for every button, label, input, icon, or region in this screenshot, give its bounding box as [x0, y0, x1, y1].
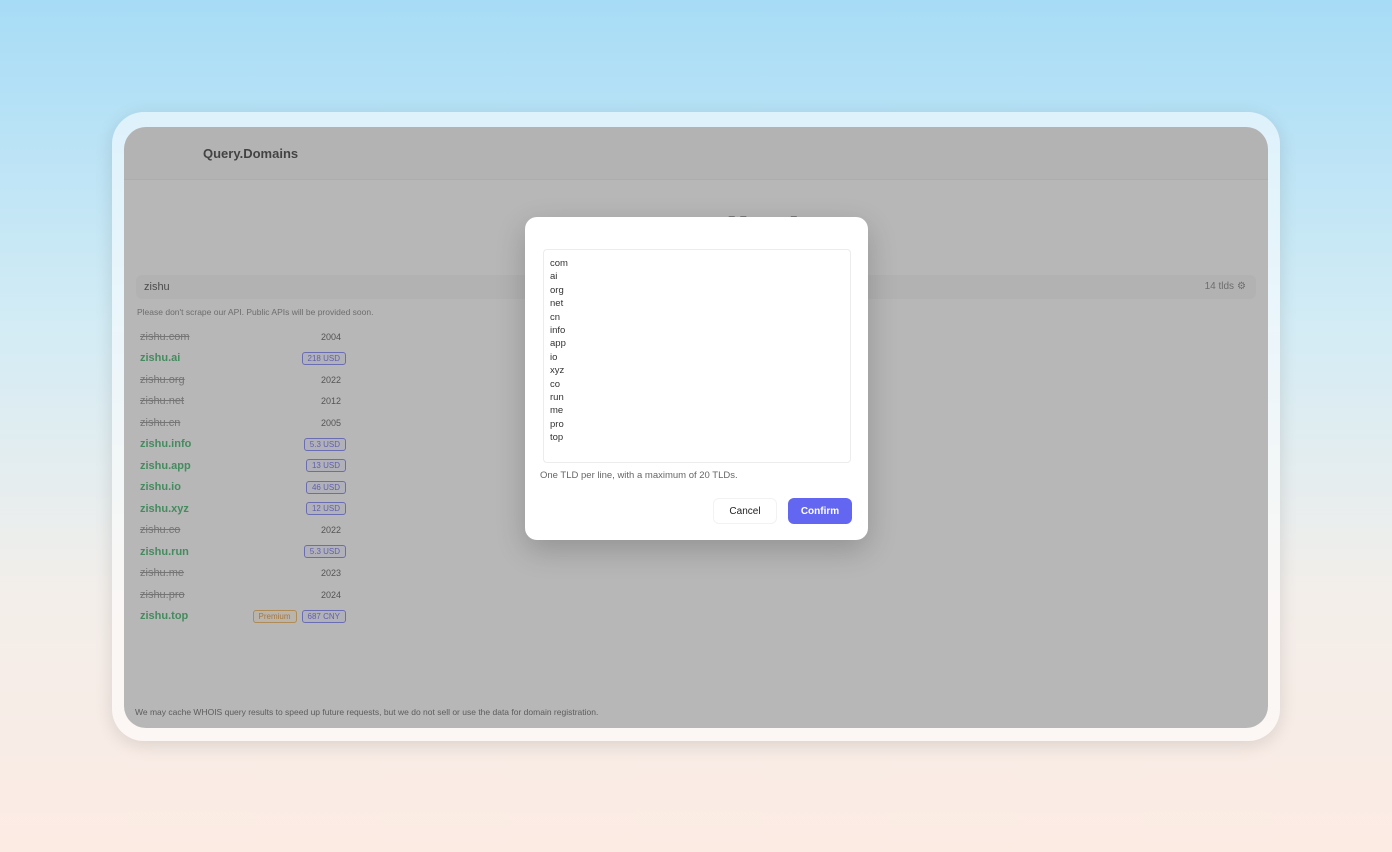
tld-line: net	[550, 298, 564, 310]
tld-line: ai	[550, 271, 558, 283]
tld-settings-dialog: com ai org net cn info app io xyz co run me pro top O…	[525, 217, 868, 540]
tld-line: me	[550, 405, 564, 417]
tld-line: info	[550, 325, 566, 337]
tld-textarea[interactable]: com ai org net cn info app io xyz co run me pro top	[543, 249, 851, 463]
tld-line: org	[550, 284, 564, 296]
tld-helper-text: One TLD per line, with a maximum of 20 T…	[540, 470, 738, 481]
tld-line: top	[550, 432, 564, 444]
tld-line: app	[550, 338, 566, 350]
tld-line: xyz	[550, 365, 565, 377]
tld-line: cn	[550, 311, 561, 323]
tld-line: co	[550, 378, 561, 390]
cancel-button[interactable]: Cancel	[713, 498, 777, 524]
tld-line: com	[550, 258, 568, 269]
tld-line: pro	[550, 418, 564, 430]
confirm-button[interactable]: Confirm	[788, 498, 852, 524]
tld-line: io	[550, 351, 558, 363]
tld-line: run	[550, 392, 564, 404]
